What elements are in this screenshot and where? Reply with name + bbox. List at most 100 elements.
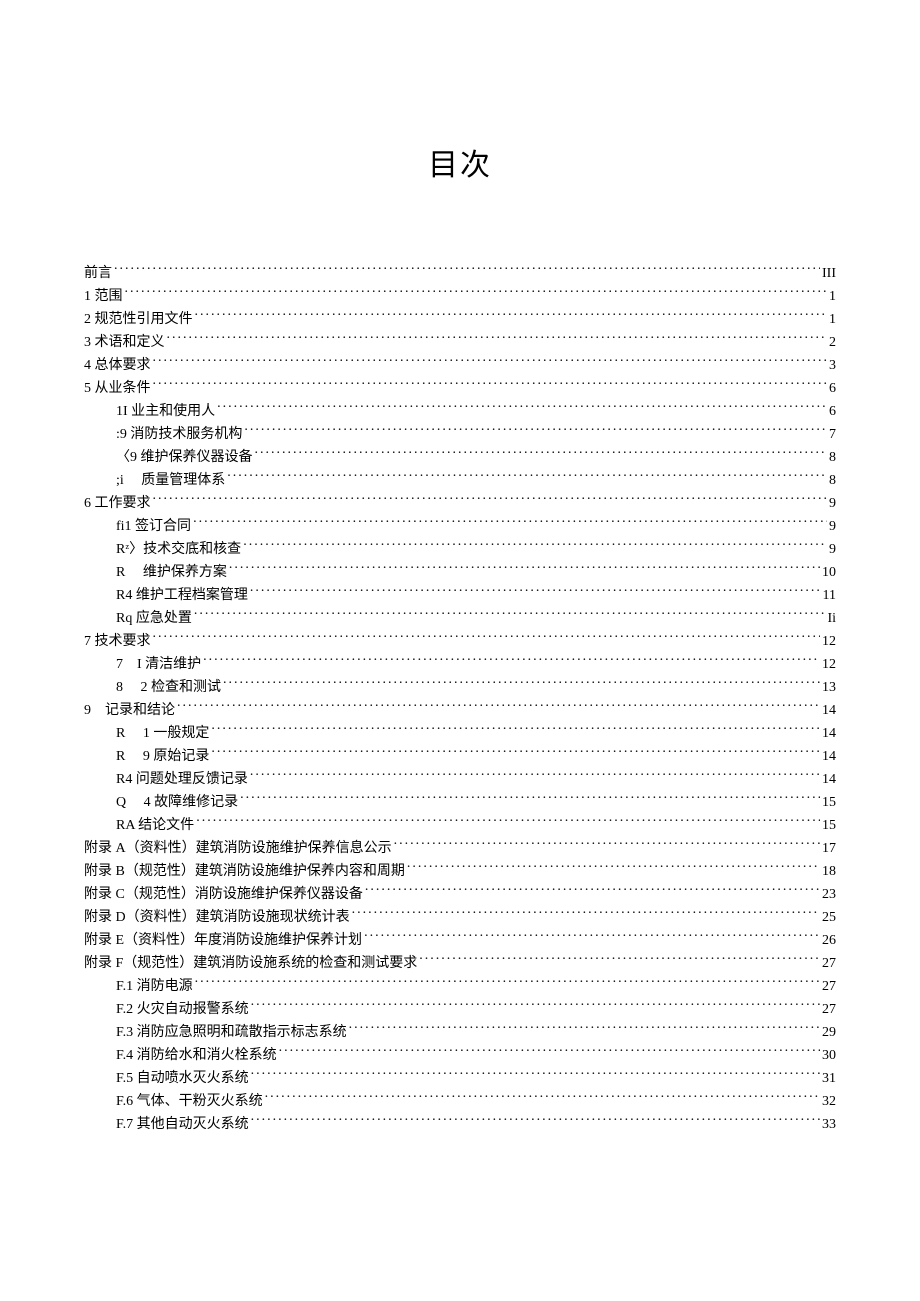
toc-entry-label: F.6 气体、干粉灭火系统 bbox=[116, 1090, 263, 1113]
toc-entry: 附录 F（规范性）建筑消防设施系统的检查和测试要求 27 bbox=[84, 952, 836, 975]
toc-entry-label: RA 结论文件 bbox=[116, 814, 194, 837]
toc-entry: R 维护保养方案10 bbox=[84, 561, 836, 584]
toc-leader-dots bbox=[217, 401, 827, 415]
toc-entry: F.5 自动喷水灭火系统 31 bbox=[84, 1067, 836, 1090]
toc-leader-dots bbox=[167, 332, 828, 346]
toc-entry-label: 〈9 维护保养仪器设备 bbox=[116, 446, 253, 469]
toc-entry-label: 前言 bbox=[84, 262, 112, 285]
toc-entry-page: 26 bbox=[822, 929, 836, 952]
toc-entry-label: F.4 消防给水和消火栓系统 bbox=[116, 1044, 277, 1067]
toc-leader-dots bbox=[223, 677, 820, 691]
toc-leader-dots bbox=[195, 309, 828, 323]
toc-leader-dots bbox=[419, 953, 820, 967]
toc-entry: F.1 消防电源27 bbox=[84, 975, 836, 998]
toc-leader-dots bbox=[153, 493, 828, 507]
toc-leader-dots bbox=[194, 608, 826, 622]
toc-leader-dots bbox=[250, 769, 820, 783]
toc-entry-label: Rᶻ〉技术交底和核查 bbox=[116, 538, 241, 561]
toc-leader-dots bbox=[211, 746, 820, 760]
toc-entry: Q 4 故障维修记录15 bbox=[84, 791, 836, 814]
toc-entry-label: R 维护保养方案 bbox=[116, 561, 227, 584]
toc-entry-page: 14 bbox=[822, 768, 836, 791]
toc-entry: 7 I 清洁维护12 bbox=[84, 653, 836, 676]
toc-entry-page: III bbox=[822, 262, 836, 285]
toc-entry-label: F.5 自动喷水灭火系统 bbox=[116, 1067, 249, 1090]
toc-entry-page: 14 bbox=[822, 745, 836, 768]
toc-entry-page: 8 bbox=[829, 446, 836, 469]
toc-entry-page: 7 bbox=[829, 423, 836, 446]
toc-entry-label: F.7 其他自动灭火系统 bbox=[116, 1113, 249, 1136]
toc-leader-dots bbox=[240, 792, 820, 806]
page-title: 目次 bbox=[84, 140, 836, 184]
toc-entry-page: 14 bbox=[822, 699, 836, 722]
toc-leader-dots bbox=[265, 1091, 820, 1105]
toc-entry-page: 23 bbox=[822, 883, 836, 906]
toc-leader-dots bbox=[251, 1114, 820, 1128]
toc-leader-dots bbox=[394, 838, 820, 852]
toc-leader-dots bbox=[153, 631, 821, 645]
toc-leader-dots bbox=[407, 861, 820, 875]
toc-entry-label: fi1 签订合同 bbox=[116, 515, 191, 538]
toc-entry-label: 3 术语和定义 bbox=[84, 331, 165, 354]
toc-entry-page: 31 bbox=[822, 1067, 836, 1090]
toc-entry-page: 1 bbox=[829, 308, 836, 331]
toc-leader-dots bbox=[250, 585, 821, 599]
toc-leader-dots bbox=[251, 999, 820, 1013]
toc-leader-dots bbox=[244, 424, 827, 438]
toc-entry-page: 9 bbox=[829, 538, 836, 561]
toc-leader-dots bbox=[153, 378, 828, 392]
toc-entry: R 1 一般规定14 bbox=[84, 722, 836, 745]
toc-leader-dots bbox=[352, 907, 820, 921]
toc-leader-dots bbox=[279, 1045, 820, 1059]
toc-entry-label: Rq 应急处置 bbox=[116, 607, 192, 630]
toc-entry-page: 17 bbox=[822, 837, 836, 860]
toc-entry-label: 1I 业主和使用人 bbox=[116, 400, 215, 423]
toc-entry: 1I 业主和使用人6 bbox=[84, 400, 836, 423]
toc-entry-label: 7 技术要求 bbox=[84, 630, 151, 653]
toc-entry: 附录 C（规范性）消防设施维护保养仪器设备 23 bbox=[84, 883, 836, 906]
toc-entry-page: 27 bbox=[822, 998, 836, 1021]
toc-entry-label: 附录 B（规范性）建筑消防设施维护保养内容和周期 bbox=[84, 860, 405, 883]
toc-entry-page: 15 bbox=[822, 814, 836, 837]
toc-entry-page: 25 bbox=[822, 906, 836, 929]
toc-entry-page: 11 bbox=[823, 584, 836, 607]
toc-leader-dots bbox=[229, 562, 820, 576]
toc-leader-dots bbox=[349, 1022, 820, 1036]
toc-leader-dots bbox=[251, 1068, 820, 1082]
toc-entry-page: 13 bbox=[822, 676, 836, 699]
toc-entry-page: 9 bbox=[829, 492, 836, 515]
toc-entry: 2 规范性引用文件 1 bbox=[84, 308, 836, 331]
toc-entry-page: 33 bbox=[822, 1113, 836, 1136]
toc-entry: F.2 火灾自动报警系统27 bbox=[84, 998, 836, 1021]
toc-entry-label: F.1 消防电源 bbox=[116, 975, 193, 998]
toc-entry: 附录 B（规范性）建筑消防设施维护保养内容和周期18 bbox=[84, 860, 836, 883]
toc-entry-page: 27 bbox=[822, 952, 836, 975]
toc-entry-page: 29 bbox=[822, 1021, 836, 1044]
toc-entry: F.7 其他自动灭火系统 33 bbox=[84, 1113, 836, 1136]
toc-entry: 附录 E（资料性）年度消防设施维护保养计划26 bbox=[84, 929, 836, 952]
toc-entry-page: Ii bbox=[827, 607, 836, 630]
toc-entry-label: 附录 A（资料性）建筑消防设施维护保养信息公示 bbox=[84, 837, 392, 860]
toc-leader-dots bbox=[177, 700, 820, 714]
toc-entry: 8 2 检查和测试 13 bbox=[84, 676, 836, 699]
toc-entry-label: R4 问题处理反馈记录 bbox=[116, 768, 248, 791]
toc-leader-dots bbox=[211, 723, 820, 737]
toc-entry-label: 附录 F（规范性）建筑消防设施系统的检查和测试要求 bbox=[84, 952, 417, 975]
toc-entry-label: 8 2 检查和测试 bbox=[116, 676, 221, 699]
toc-entry-page: 30 bbox=[822, 1044, 836, 1067]
toc-entry: :9 消防技术服务机构7 bbox=[84, 423, 836, 446]
toc-leader-dots bbox=[114, 263, 820, 277]
toc-leader-dots bbox=[243, 539, 827, 553]
toc-entry: Rᶻ〉技术交底和核查 9 bbox=[84, 538, 836, 561]
toc-entry-label: 9 记录和结论 bbox=[84, 699, 175, 722]
toc-entry: 1 范围1 bbox=[84, 285, 836, 308]
toc-entry: 6 工作要求9 bbox=[84, 492, 836, 515]
toc-entry: ;i 质量管理体系8 bbox=[84, 469, 836, 492]
toc-entry-label: 2 规范性引用文件 bbox=[84, 308, 193, 331]
toc-leader-dots bbox=[195, 976, 820, 990]
toc-entry: F.4 消防给水和消火栓系统 30 bbox=[84, 1044, 836, 1067]
toc-entry: 附录 A（资料性）建筑消防设施维护保养信息公示 17 bbox=[84, 837, 836, 860]
toc-entry-page: 6 bbox=[829, 377, 836, 400]
toc-leader-dots bbox=[365, 884, 820, 898]
toc-entry-label: 附录 C（规范性）消防设施维护保养仪器设备 bbox=[84, 883, 363, 906]
